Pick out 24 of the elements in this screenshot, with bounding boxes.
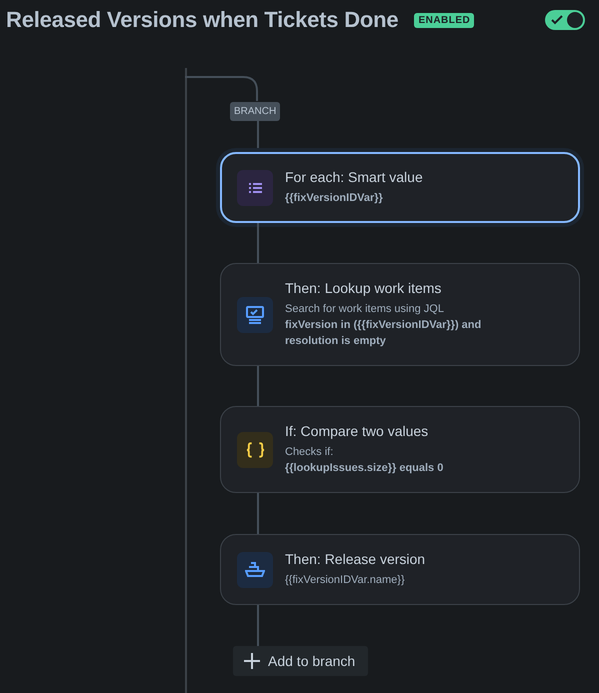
monitor-icon (237, 296, 273, 332)
check-icon (551, 15, 563, 25)
step-card[interactable]: Then: Release version {{fixVersionIDVar.name}} (220, 534, 580, 605)
rule-title: Released Versions when Tickets Done (6, 7, 398, 33)
step-detail: {{fixVersionIDVar}} (285, 191, 384, 206)
enable-toggle[interactable] (545, 10, 585, 30)
step-title: If: Compare two values (285, 423, 430, 439)
step-detail: {{fixVersionIDVar.name}} (285, 573, 406, 588)
add-to-branch-button[interactable]: Add to branch (233, 646, 368, 676)
ship-icon (237, 552, 273, 588)
branch-label: BRANCH (230, 102, 280, 121)
list-icon (237, 170, 273, 206)
step-detail: {{lookupIssues.size}} equals 0 (285, 461, 444, 476)
braces-icon (237, 432, 273, 468)
step-detail: Checks if: (285, 445, 334, 460)
status-badge: ENABLED (414, 12, 474, 28)
step-title: For each: Smart value (285, 169, 423, 185)
step-detail: fixVersion in ({{fixVersionIDVar}}) and resolution is empty (285, 318, 482, 349)
step-card[interactable]: If: Compare two values Checks if: {{lookupIssues.size}} equals 0 (220, 406, 580, 493)
step-card[interactable]: Then: Lookup work items Search for work items using JQL fixVersion in ({{fixVersionIDVar}}) and resolution is empty (220, 263, 580, 366)
step-title: Then: Release version (285, 551, 426, 567)
step-detail: Search for work items using JQL (285, 302, 445, 317)
step-title: Then: Lookup work items (285, 280, 442, 296)
plus-icon (244, 653, 260, 669)
